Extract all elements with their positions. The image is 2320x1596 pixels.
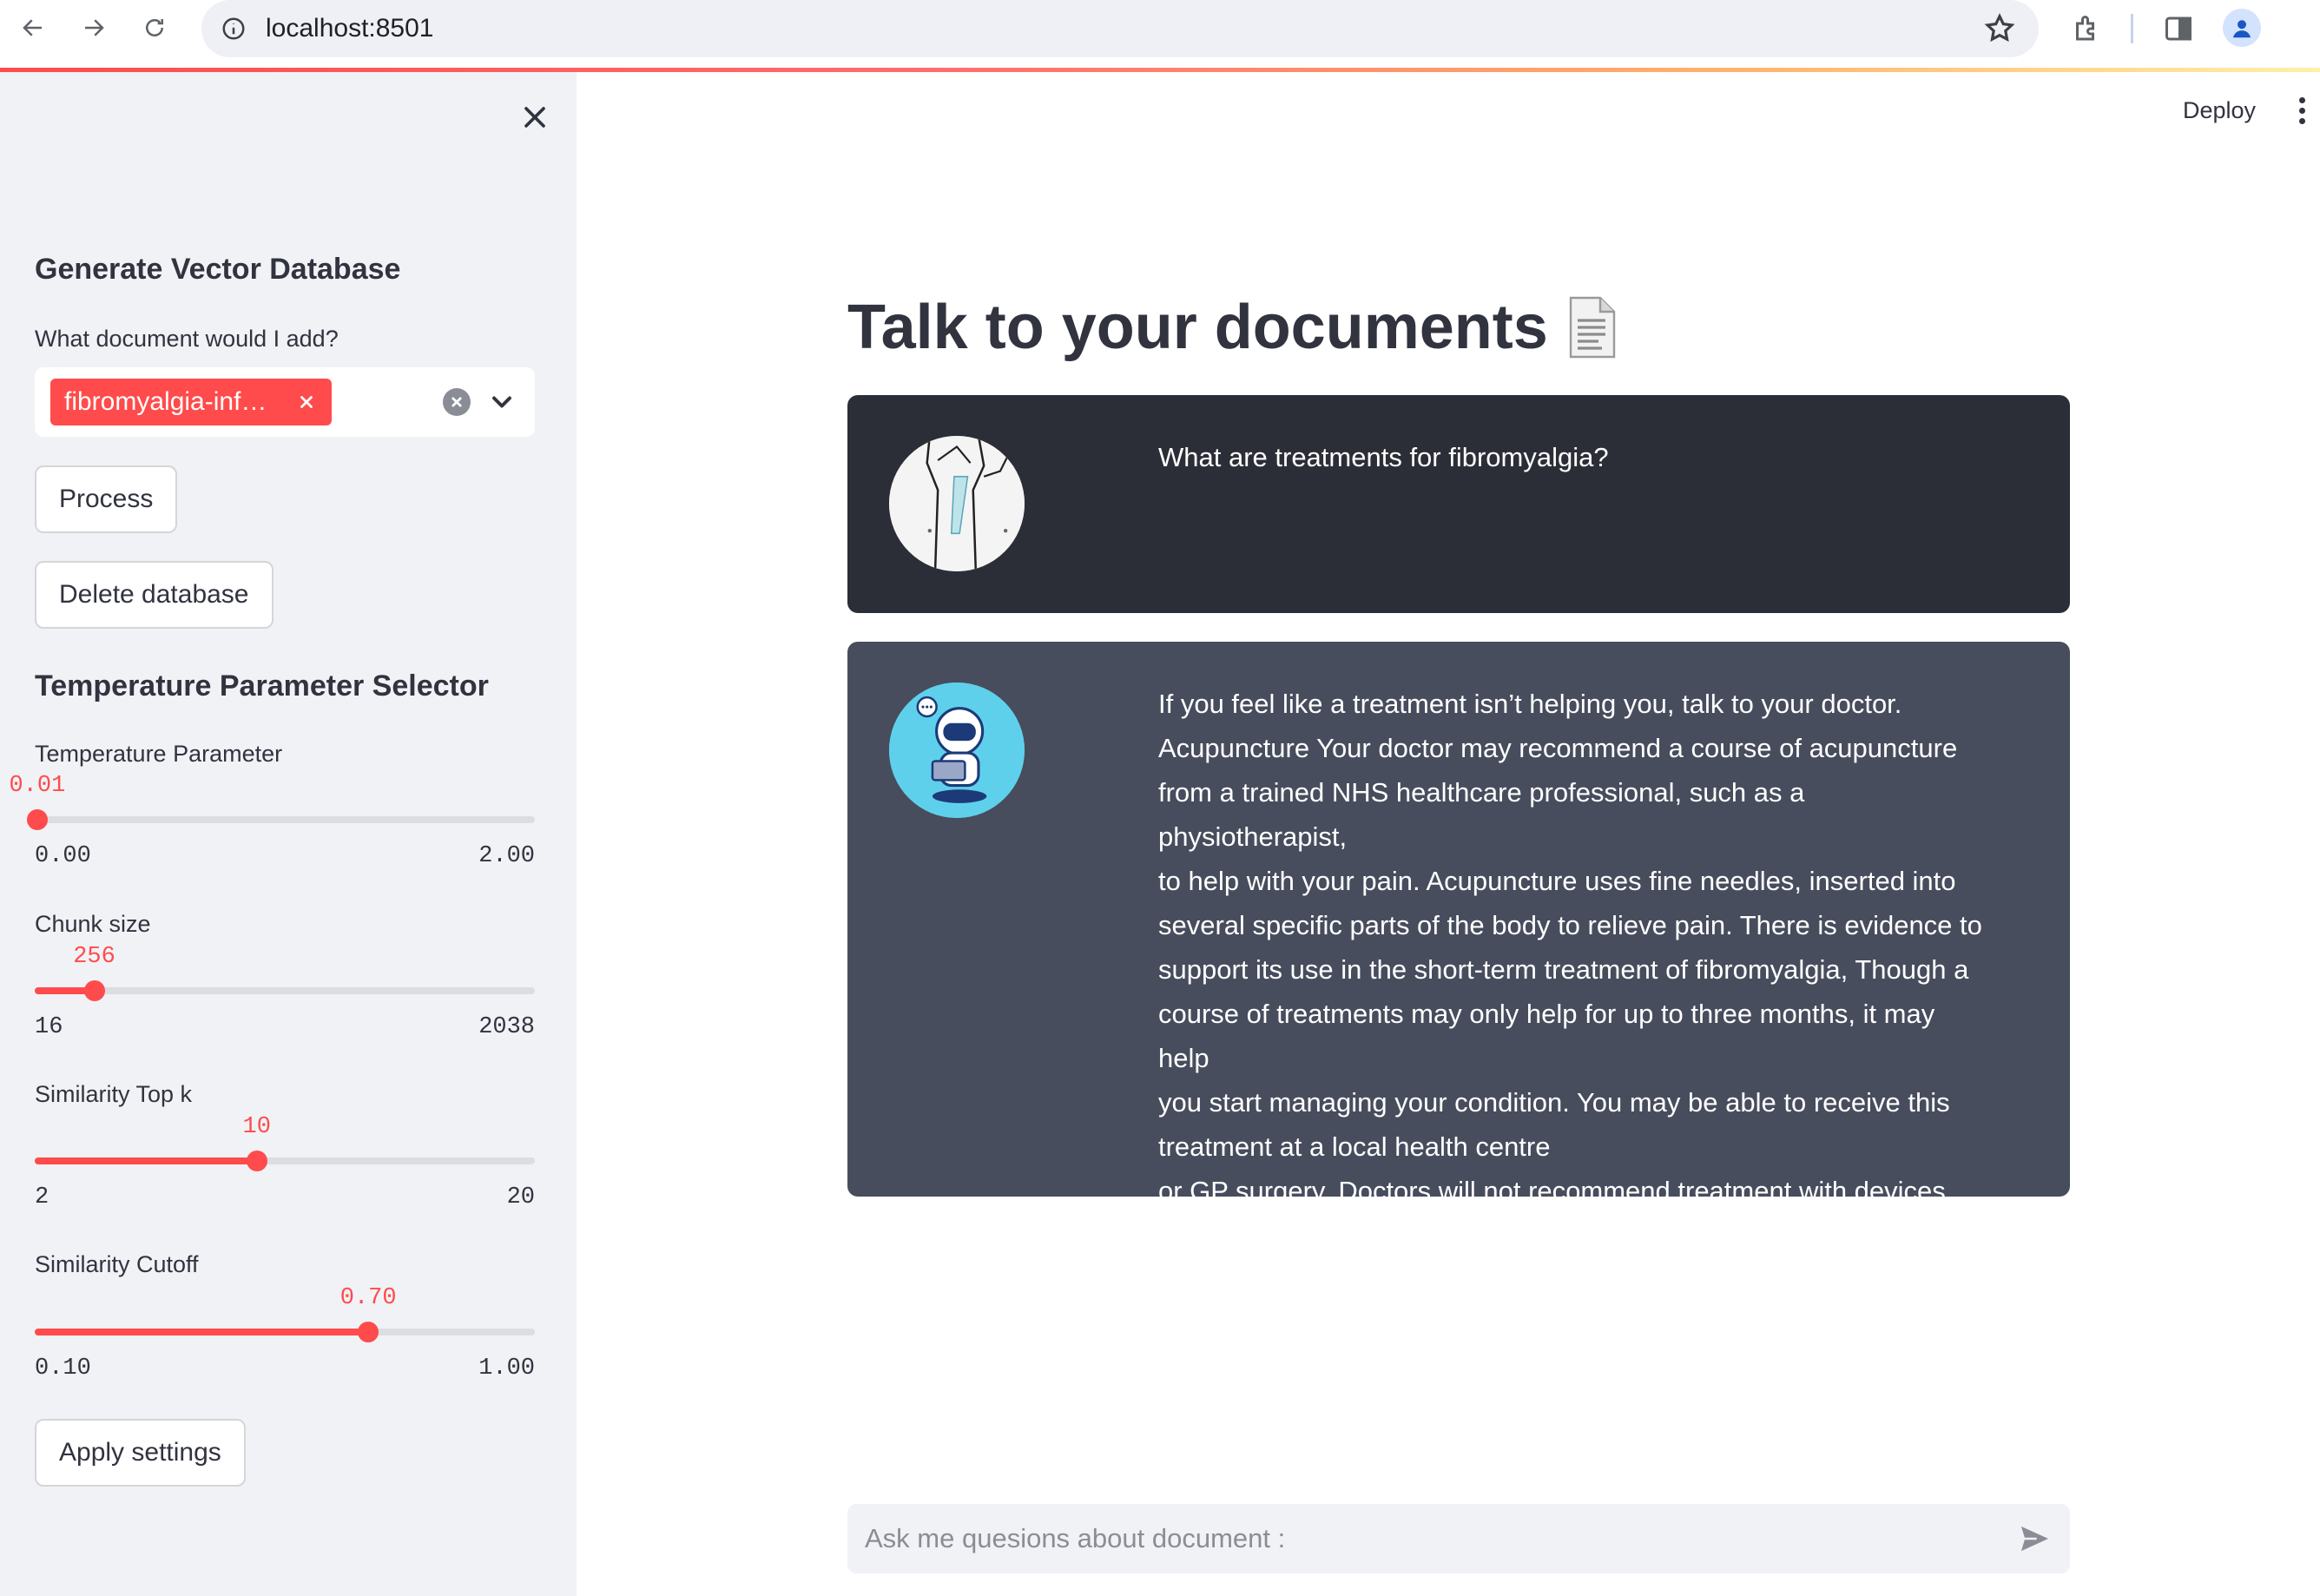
slider-min: 2 — [35, 1184, 49, 1210]
assistant-line: treatment at a local health centre — [1158, 1131, 1551, 1162]
slider-thumb[interactable] — [246, 1151, 267, 1171]
slider-value: 10 — [242, 1114, 271, 1140]
temperature-slider-label: Temperature Parameter — [35, 741, 283, 767]
assistant-line: Acupuncture Your doctor may recommend a … — [1158, 733, 1958, 763]
slider-value: 0.01 — [9, 773, 66, 799]
assistant-line: or GP surgery. Doctors will not recommen… — [1158, 1176, 1946, 1206]
extensions-icon[interactable] — [2068, 10, 2105, 47]
assistant-message-text: If you feel like a treatment isn’t helpi… — [1158, 682, 1992, 1213]
assistant-line: from a trained NHS healthcare profession… — [1158, 777, 1805, 852]
doc-select-label: What document would I add? — [35, 326, 339, 352]
selected-doc-label: fibromyalgia-inf… — [64, 387, 267, 416]
send-icon[interactable] — [2018, 1522, 2053, 1555]
slider-fill — [35, 1157, 257, 1164]
slider-value: 0.70 — [339, 1285, 397, 1311]
toolbar-divider — [2131, 14, 2133, 43]
user-message-text: What are treatments for fibromyalgia? — [1158, 442, 1609, 472]
chunk-size-label: Chunk size — [35, 911, 151, 937]
apply-settings-button[interactable]: Apply settings — [35, 1419, 246, 1487]
chunk-size-slider[interactable]: 256 — [35, 944, 535, 1001]
slider-min: 0.00 — [35, 843, 91, 869]
user-avatar — [889, 436, 1025, 571]
clear-selection-icon[interactable] — [443, 388, 471, 416]
slider-min: 0.10 — [35, 1355, 91, 1382]
bookmark-star-icon[interactable] — [1983, 12, 2016, 45]
main-menu-icon[interactable] — [2296, 97, 2308, 129]
slider-max: 2.00 — [478, 843, 535, 869]
assistant-line: course of treatments may only help for u… — [1158, 999, 1935, 1073]
assistant-message: If you feel like a treatment isn’t helpi… — [847, 642, 2070, 1206]
similarity-cutoff-slider[interactable]: 0.70 — [35, 1285, 535, 1342]
back-icon[interactable] — [14, 12, 52, 43]
chat-input[interactable] — [847, 1504, 2070, 1573]
side-panel-icon[interactable] — [2160, 10, 2197, 47]
selected-doc-chip: fibromyalgia-inf… — [50, 379, 332, 425]
assistant-line: If you feel like a treatment isn’t helpi… — [1158, 689, 1902, 719]
reload-icon[interactable] — [135, 12, 174, 43]
slider-max: 2038 — [478, 1014, 535, 1040]
slider-max: 1.00 — [478, 1355, 535, 1382]
assistant-avatar — [889, 683, 1025, 818]
address-bar[interactable]: localhost:8501 — [201, 0, 2039, 57]
temperature-slider[interactable]: 0.01 — [9, 773, 535, 830]
forward-icon[interactable] — [75, 12, 113, 43]
similarity-cutoff-label: Similarity Cutoff — [35, 1251, 199, 1277]
vector-db-heading: Generate Vector Database — [35, 253, 401, 286]
slider-fill — [35, 1329, 369, 1335]
sidebar: Generate Vector Database What document w… — [0, 72, 577, 1596]
assistant-line: support its use in the short-term treatm… — [1158, 954, 1969, 985]
deploy-button[interactable]: Deploy — [2183, 97, 2256, 124]
slider-thumb[interactable] — [83, 980, 105, 1001]
temperature-selector-heading: Temperature Parameter Selector — [35, 669, 489, 702]
assistant-line: several specific parts of the body to re… — [1158, 910, 1982, 940]
user-message: What are treatments for fibromyalgia? — [847, 395, 2070, 613]
profile-icon[interactable] — [2223, 9, 2261, 47]
chevron-down-icon[interactable] — [486, 386, 517, 418]
document-multiselect[interactable]: fibromyalgia-inf… — [35, 367, 535, 437]
document-icon — [1569, 296, 1615, 359]
assistant-line: to help with your pain. Acupuncture uses… — [1158, 866, 1956, 896]
slider-value: 256 — [73, 944, 115, 970]
page-title: Talk to your documents — [847, 292, 1619, 363]
process-button[interactable]: Process — [35, 465, 178, 533]
site-info-icon[interactable] — [219, 14, 248, 43]
similarity-top-k-slider[interactable]: 10 — [35, 1114, 535, 1171]
slider-max: 20 — [506, 1184, 535, 1210]
url-text[interactable]: localhost:8501 — [266, 14, 433, 43]
close-icon[interactable] — [517, 100, 552, 135]
slider-thumb[interactable] — [358, 1322, 379, 1342]
remove-chip-icon[interactable] — [293, 389, 320, 415]
page-title-text: Talk to your documents — [847, 293, 1548, 362]
browser-toolbar: localhost:8501 — [0, 0, 2320, 66]
slider-thumb[interactable] — [26, 809, 48, 830]
delete-database-button[interactable]: Delete database — [35, 561, 274, 629]
assistant-line: you start managing your condition. You m… — [1158, 1087, 1950, 1118]
similarity-top-k-label: Similarity Top k — [35, 1081, 193, 1107]
slider-min: 16 — [35, 1014, 63, 1040]
